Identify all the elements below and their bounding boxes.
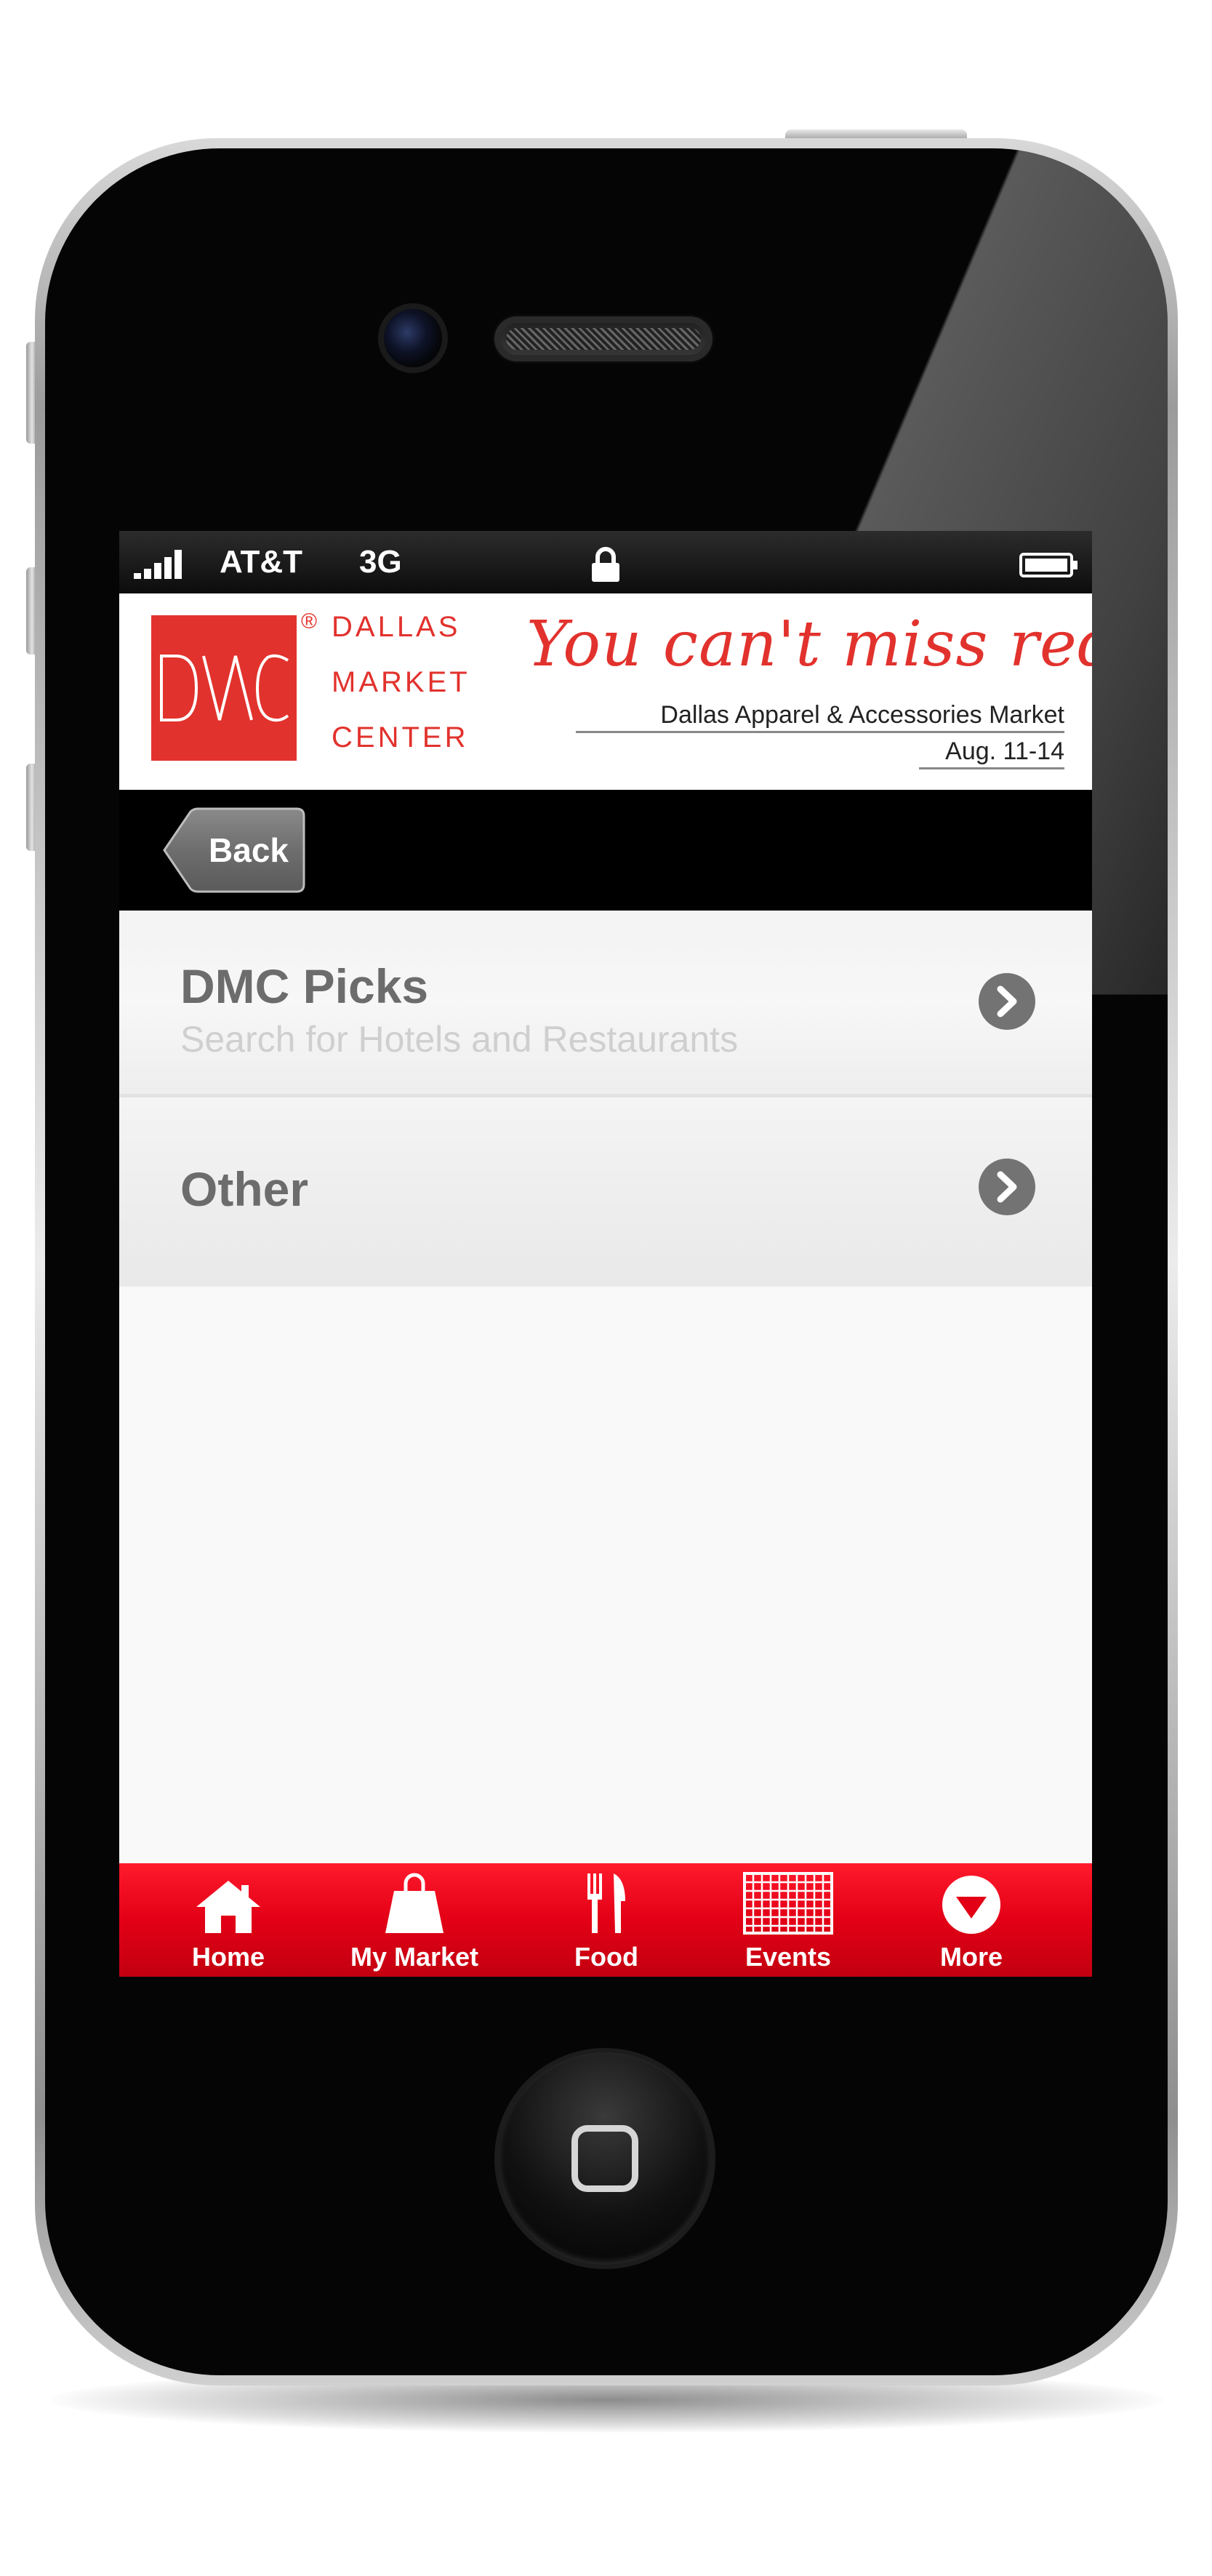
- fork-knife-icon: [587, 1873, 625, 1933]
- shopping-bag-icon: [385, 1873, 444, 1933]
- tab-bar: Home My Market Food Events More: [119, 1863, 1092, 1977]
- tab-events[interactable]: Events: [701, 1863, 875, 1977]
- earpiece-speaker: [494, 316, 713, 361]
- back-button[interactable]: Back: [161, 807, 307, 893]
- battery-icon: [1019, 553, 1077, 577]
- back-button-label: Back: [209, 831, 289, 869]
- tab-label: More: [939, 1942, 1003, 1972]
- tab-label: Home: [191, 1942, 265, 1972]
- lock-icon: [592, 547, 619, 582]
- tagline: You can't miss red.: [526, 608, 1092, 681]
- list-item-subtitle: Search for Hotels and Restaurants: [180, 1019, 739, 1060]
- chevron-right-icon: [979, 973, 1035, 1030]
- list-item-dmc-picks[interactable]: DMC Picks Search for Hotels and Restaura…: [119, 911, 1092, 1097]
- chevron-right-icon: [979, 1159, 1035, 1215]
- brand-line-center: CENTER: [332, 721, 469, 753]
- tab-food[interactable]: Food: [519, 1863, 694, 1977]
- list-item-other[interactable]: Other: [119, 1097, 1092, 1287]
- tab-label: Events: [745, 1942, 832, 1972]
- navigation-bar: Back: [119, 790, 1092, 911]
- tab-more[interactable]: More: [884, 1863, 1059, 1977]
- dmc-logo: [151, 615, 297, 761]
- calendar-grid-icon: [743, 1872, 833, 1935]
- tab-home[interactable]: Home: [141, 1863, 316, 1977]
- more-icon: [942, 1876, 1000, 1934]
- brand-line-market: MARKET: [332, 666, 470, 698]
- tab-my-market[interactable]: My Market: [327, 1863, 502, 1977]
- list-item-title: Other: [180, 1162, 309, 1216]
- market-dates: Aug. 11-14: [919, 737, 1064, 769]
- network-label: 3G: [359, 544, 402, 580]
- status-bar: AT&T 3G: [119, 531, 1092, 593]
- list-item-title: DMC Picks: [180, 959, 429, 1013]
- market-name: Dallas Apparel & Accessories Market: [576, 701, 1064, 733]
- app-screen: AT&T 3G ® DALLAS MARKET CENTER You can't…: [119, 531, 1092, 1977]
- signal-icon: [134, 550, 182, 579]
- tab-label: Food: [574, 1942, 638, 1972]
- carrier-label: AT&T: [220, 544, 303, 580]
- registered-mark: ®: [301, 609, 318, 633]
- brand-line-dallas: DALLAS: [332, 611, 461, 643]
- home-button-square-icon: [571, 2125, 638, 2192]
- home-icon: [196, 1881, 260, 1933]
- home-button[interactable]: [499, 2052, 711, 2265]
- tab-label: My Market: [350, 1942, 479, 1972]
- app-header: ® DALLAS MARKET CENTER You can't miss re…: [119, 593, 1092, 790]
- front-camera: [384, 309, 442, 367]
